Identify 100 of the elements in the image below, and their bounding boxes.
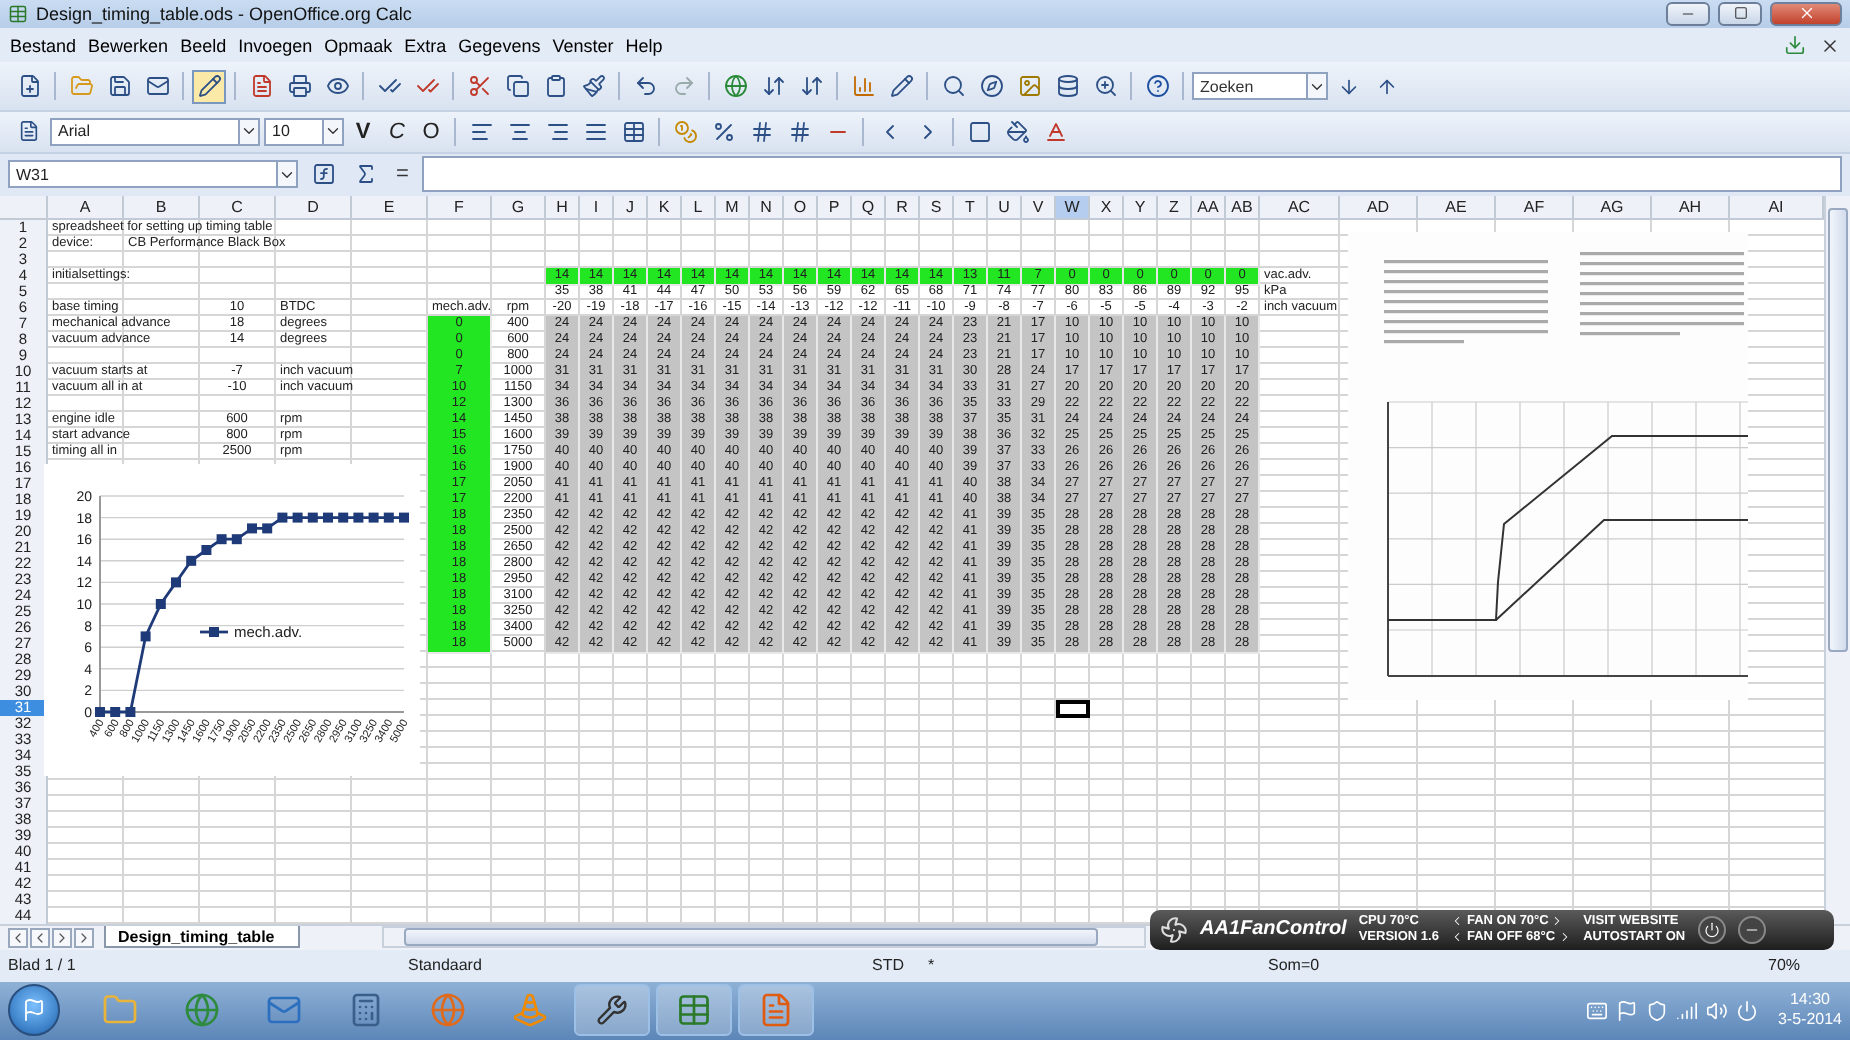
sigma-icon [353,162,377,187]
preview-icon [325,74,349,99]
column-header[interactable]: W [1056,196,1090,221]
column-header[interactable]: H [546,196,580,221]
data-point [353,512,364,523]
search-field[interactable]: Zoeken [1192,72,1306,101]
font-name-field[interactable]: Arial [50,117,238,146]
menu-item[interactable]: Beeld [174,35,233,56]
column-header[interactable]: G [492,196,546,221]
underline-button[interactable]: O [416,116,446,147]
bold-button[interactable]: V [348,116,378,147]
dropdown-button[interactable] [322,117,344,146]
column-header[interactable]: J [614,196,648,221]
column-header[interactable]: AF [1496,196,1574,221]
column-header[interactable]: E [352,196,428,221]
sheet-tab[interactable]: Design_timing_table [104,926,301,949]
column-header[interactable]: P [818,196,852,221]
menu-item[interactable]: Gegevens [452,35,547,56]
minimize-button[interactable] [1666,1,1710,26]
calculator-icon [348,992,384,1029]
column-header[interactable]: Q [852,196,886,221]
edit-button[interactable] [192,69,226,104]
maximize-button[interactable] [1718,1,1762,26]
dropdown-button[interactable] [1306,72,1328,101]
column-header[interactable]: AD [1340,196,1418,221]
function-icon [311,162,335,187]
power-icon [1735,999,1758,1022]
globe-icon [723,74,747,99]
menu-item[interactable]: Extra [398,35,453,56]
vertical-scrollbar[interactable] [1824,196,1850,925]
column-header[interactable]: AG [1574,196,1652,221]
column-header[interactable]: I [580,196,614,221]
column-header[interactable]: R [886,196,920,221]
horizontal-scrollbar[interactable] [382,926,1147,949]
clock-date: 3-5-2014 [1777,1010,1842,1031]
column-header[interactable]: AH [1652,196,1730,221]
image-icon [1017,74,1041,99]
window-title: Design_timing_table.ods - OpenOffice.org Calc [36,3,414,24]
column-header[interactable]: AI [1730,196,1824,221]
data-point [399,512,409,523]
start-button[interactable] [8,984,60,1037]
paintbrush-icon [581,74,605,99]
font-size-field[interactable]: 10 [264,117,322,146]
data-point [292,512,303,523]
cone-icon [512,992,548,1029]
fan-icon [1160,915,1188,944]
close-button[interactable] [1770,1,1842,26]
sheet-count: Blad 1 / 1 [6,956,78,975]
formula-equals-button[interactable]: = [390,162,415,187]
column-header[interactable]: C [200,196,276,221]
menu-item[interactable]: Invoegen [232,35,319,56]
widget-title: AA1FanControl [1200,918,1347,941]
data-point [368,512,379,523]
column-header[interactable]: S [920,196,954,221]
column-header[interactable]: AA [1192,196,1226,221]
column-header[interactable]: M [716,196,750,221]
menu-item[interactable]: Bestand [4,35,83,56]
dropdown-button[interactable] [276,160,298,189]
column-header[interactable]: O [784,196,818,221]
arrow-down-icon [1338,75,1360,98]
column-header[interactable]: A [48,196,124,221]
column-header[interactable]: AB [1226,196,1260,221]
formula-input[interactable] [422,156,1842,193]
dropdown-button[interactable] [238,117,260,146]
column-header[interactable]: F [428,196,492,221]
menu-item[interactable]: Bewerken [82,35,175,56]
wrench-taskbar-button[interactable] [574,984,650,1037]
fill-color-icon [1005,119,1029,144]
column-header[interactable]: N [750,196,784,221]
column-header[interactable]: Y [1124,196,1158,221]
menu-item[interactable]: Venster [546,35,620,56]
menu-item[interactable]: Help [619,35,669,56]
power-button[interactable] [1697,915,1726,944]
column-header[interactable]: D [276,196,352,221]
column-header[interactable]: B [124,196,200,221]
document-icon [758,992,794,1029]
data-point [155,599,166,610]
column-header[interactable]: V [1022,196,1056,221]
column-header[interactable]: AC [1260,196,1340,221]
data-point [383,512,394,523]
column-header[interactable]: Z [1158,196,1192,221]
currency-icon [673,119,697,144]
mail-icon [145,74,169,99]
column-header[interactable]: L [682,196,716,221]
column-header[interactable]: X [1090,196,1124,221]
sort-ascending-icon [761,74,785,99]
name-box[interactable]: W31 [8,160,276,189]
column-header[interactable]: K [648,196,682,221]
column-header[interactable]: AE [1418,196,1496,221]
download-icon [1784,34,1806,57]
column-header[interactable]: T [954,196,988,221]
spreadsheet-taskbar-button[interactable] [656,984,732,1037]
minimize-widget-button[interactable] [1737,915,1766,944]
data-point [171,577,181,588]
folder-icon [69,74,93,99]
wrench-icon [596,994,628,1027]
italic-button[interactable]: C [382,116,412,147]
menu-item[interactable]: Opmaak [318,35,399,56]
data-point [110,707,121,718]
column-header[interactable]: U [988,196,1022,221]
